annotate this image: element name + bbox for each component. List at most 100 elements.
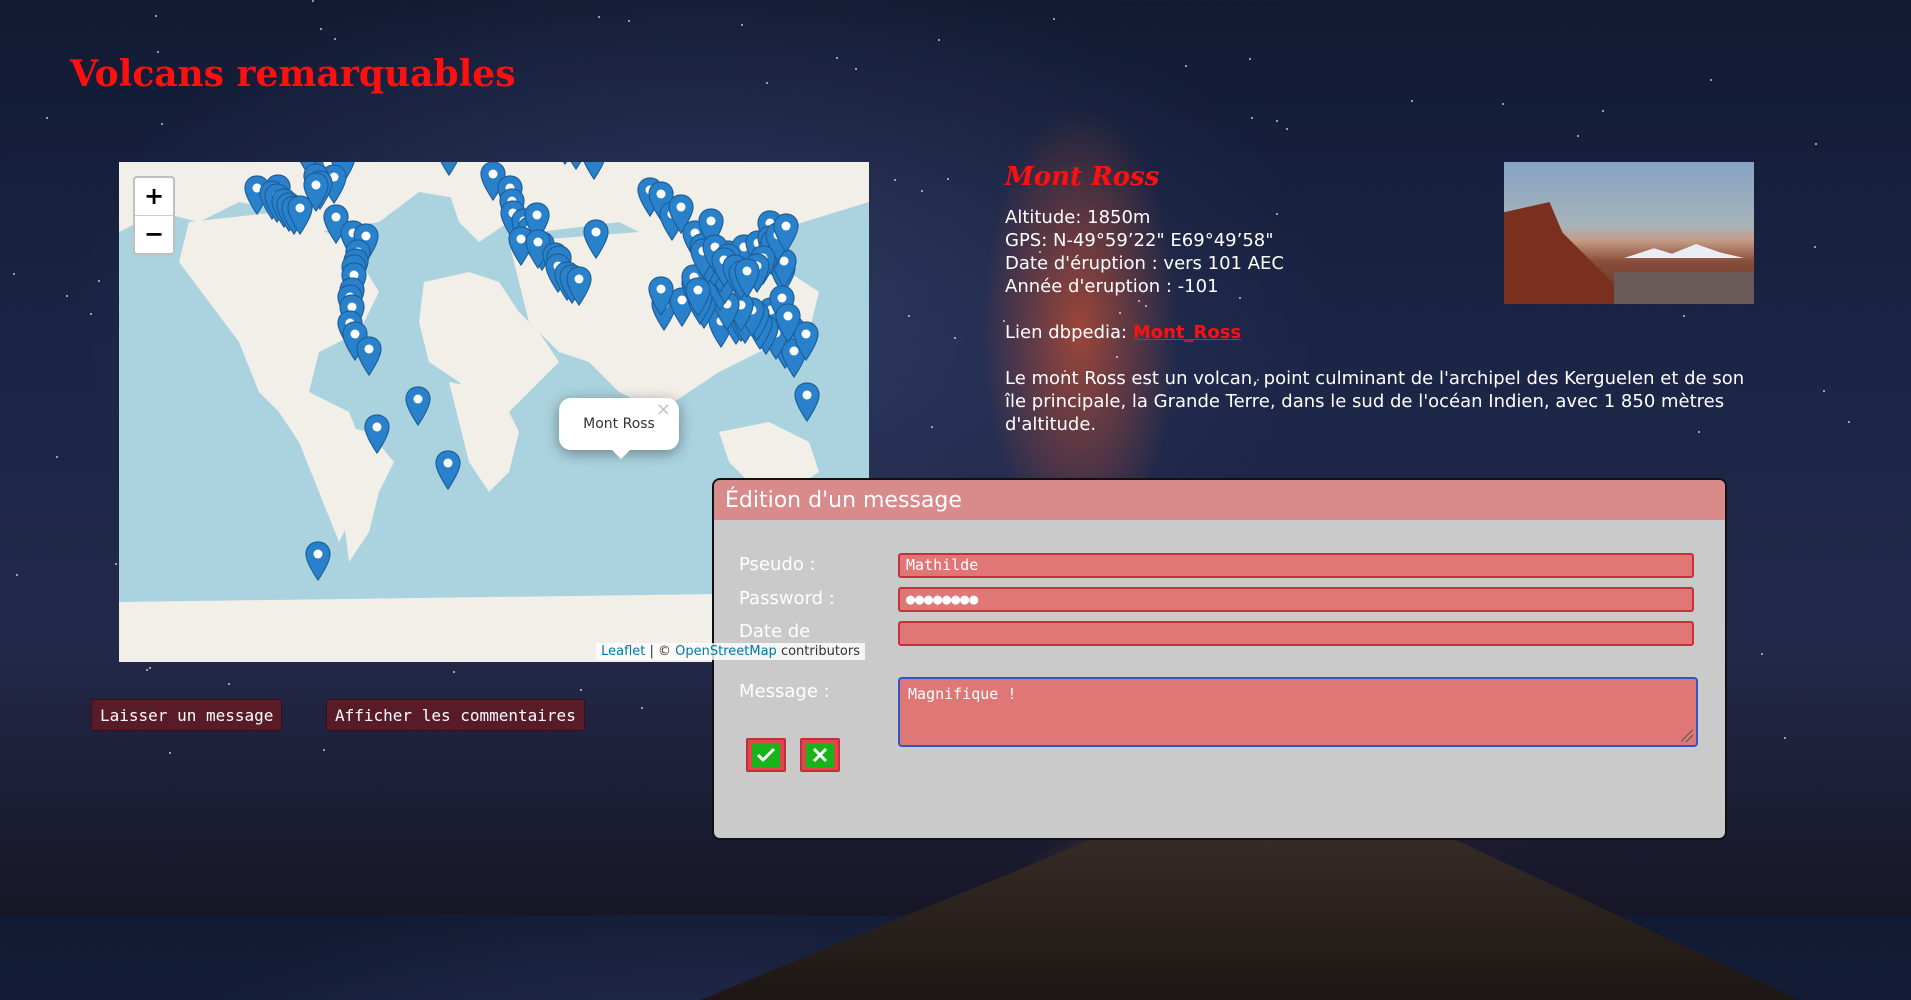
star — [312, 0, 314, 2]
star — [1502, 103, 1504, 105]
map-marker-icon[interactable] — [436, 162, 462, 176]
map-marker-icon[interactable] — [583, 219, 609, 259]
star — [931, 426, 933, 428]
star — [836, 57, 838, 59]
star — [155, 15, 157, 17]
star — [1815, 143, 1817, 145]
star — [453, 671, 455, 673]
map-marker-icon[interactable] — [775, 303, 801, 343]
star — [90, 313, 92, 315]
star — [334, 38, 336, 40]
pseudo-label: Pseudo : — [739, 554, 816, 575]
star — [323, 749, 325, 751]
star — [1848, 421, 1850, 423]
star — [1602, 110, 1604, 112]
popup-text: Mont Ross — [583, 416, 655, 432]
star — [66, 295, 68, 297]
map-marker-icon[interactable] — [364, 414, 390, 454]
dbpedia-row: Lien dbpedia: Mont_Ross — [1005, 321, 1765, 344]
star — [98, 280, 100, 282]
attribution-separator: | © — [645, 644, 676, 659]
star — [146, 669, 148, 671]
map-marker-icon[interactable] — [685, 277, 711, 317]
star — [855, 68, 857, 70]
star — [228, 683, 230, 685]
star — [766, 82, 768, 84]
star — [169, 752, 171, 754]
popup-close-button[interactable]: × — [656, 384, 671, 436]
cancel-button[interactable] — [800, 738, 840, 772]
star — [894, 179, 896, 181]
map-marker-icon[interactable] — [648, 276, 674, 316]
star — [320, 28, 322, 30]
star — [1761, 653, 1763, 655]
star — [1411, 100, 1413, 102]
star — [161, 123, 163, 125]
photo-sea — [1614, 272, 1754, 304]
star — [641, 707, 643, 709]
star — [1251, 117, 1253, 119]
star — [1276, 120, 1278, 122]
show-comments-button[interactable]: Afficher les commentaires — [326, 699, 585, 731]
dialog-title: Édition d'un message — [714, 480, 1725, 520]
star — [1814, 246, 1816, 248]
star — [741, 24, 743, 26]
star — [628, 20, 630, 22]
star — [16, 574, 18, 576]
star — [1286, 128, 1288, 130]
date-input[interactable] — [898, 621, 1694, 646]
message-text: Magnifique ! — [908, 685, 1017, 703]
map-marker-icon[interactable] — [794, 382, 820, 422]
zoom-out-button[interactable]: − — [135, 215, 173, 253]
star — [1784, 737, 1786, 739]
zoom-control: + − — [133, 176, 175, 255]
message-label: Message : — [739, 681, 830, 702]
star — [947, 178, 949, 180]
star — [908, 315, 910, 317]
star — [580, 689, 582, 691]
resize-grip[interactable] — [1681, 730, 1693, 742]
star — [115, 563, 117, 565]
page-title: Volcans remarquables — [70, 53, 516, 95]
star — [1053, 18, 1055, 20]
map-attribution: Leaflet | © OpenStreetMap contributors — [596, 643, 865, 660]
star — [921, 190, 923, 192]
map-marker-icon[interactable] — [356, 336, 382, 376]
star — [1710, 79, 1712, 81]
star — [598, 16, 600, 18]
check-icon — [752, 743, 780, 767]
volcano-photo — [1504, 162, 1754, 304]
star — [56, 456, 58, 458]
map-marker-icon[interactable] — [305, 541, 331, 581]
dbpedia-link[interactable]: Mont_Ross — [1133, 322, 1241, 343]
pseudo-input[interactable]: Mathilde — [898, 553, 1694, 578]
star — [954, 337, 956, 339]
password-label: Password : — [739, 588, 835, 609]
map-marker-icon[interactable] — [405, 386, 431, 426]
star — [13, 273, 15, 275]
map-marker-icon[interactable] — [734, 258, 760, 298]
openstreetmap-link[interactable]: OpenStreetMap — [675, 644, 777, 659]
map-marker-icon[interactable] — [435, 450, 461, 490]
map-marker-icon[interactable] — [773, 213, 799, 253]
map-marker-icon[interactable] — [566, 266, 592, 306]
star — [46, 117, 48, 119]
leaflet-link[interactable]: Leaflet — [601, 644, 645, 659]
star — [149, 667, 151, 669]
confirm-button[interactable] — [746, 738, 786, 772]
password-input[interactable]: ●●●●●●●● — [898, 587, 1694, 612]
dbpedia-label: Lien dbpedia: — [1005, 322, 1133, 343]
close-icon — [806, 743, 834, 767]
leave-message-button[interactable]: Laisser un message — [91, 699, 283, 731]
map-marker-icon[interactable] — [581, 162, 607, 180]
zoom-in-button[interactable]: + — [135, 178, 173, 215]
photo-peaks — [1624, 244, 1744, 258]
star — [1823, 390, 1825, 392]
volcano-description: Le mont Ross est un volcan, point culmin… — [1005, 368, 1745, 435]
star — [1577, 135, 1579, 137]
star — [938, 39, 940, 41]
date-label: Date de — [739, 621, 811, 642]
message-textarea[interactable]: Magnifique ! — [898, 677, 1698, 747]
map-popup: Mont Ross × — [559, 398, 679, 459]
